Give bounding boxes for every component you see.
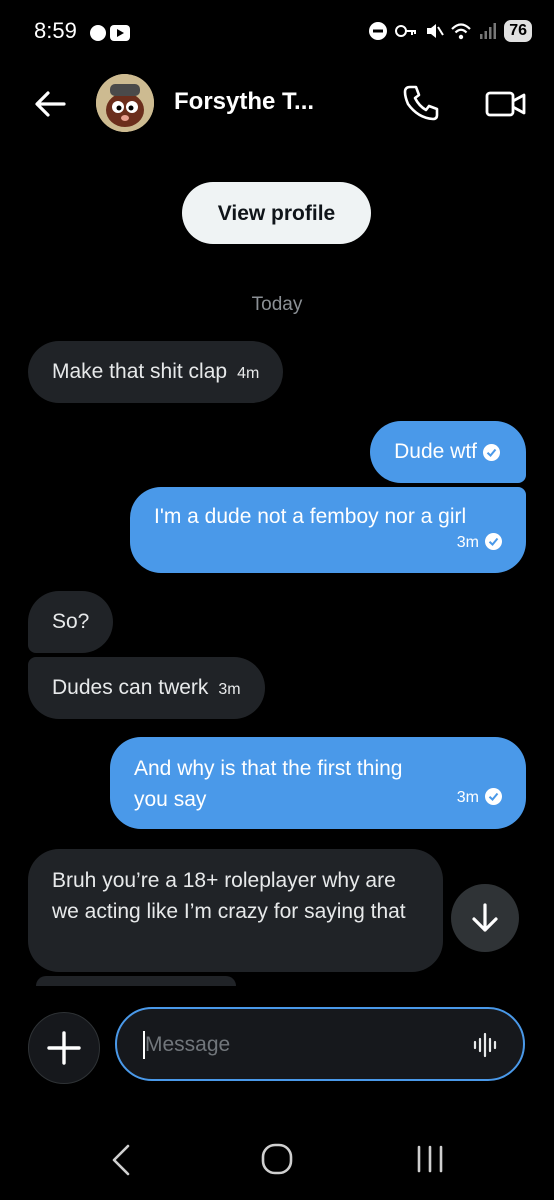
conversation-header: Forsythe T... [0,66,554,140]
read-check-icon [485,533,502,550]
arrow-down-icon [472,903,498,932]
view-profile-button[interactable]: View profile [182,182,371,244]
composer: Message [0,1005,554,1085]
message-time: 3m [456,534,479,551]
message-bubble-partial [36,976,236,986]
contact-avatar[interactable] [96,74,154,132]
status-bar: 8:59 76 [0,0,554,60]
message-bubble-outgoing[interactable]: Dude wtf [370,421,526,483]
status-time: 8:59 [34,18,77,43]
message-bubble-outgoing[interactable]: And why is that the first thing you say … [110,737,526,829]
dnd-icon [369,22,388,40]
message-bubble-outgoing[interactable]: I'm a dude not a femboy nor a girl 3m [130,487,526,573]
message-input[interactable]: Message [115,1007,525,1081]
add-attachment-button[interactable] [28,1012,100,1084]
mute-icon [427,24,445,38]
message-text: And why is that the first thing you say [134,757,403,811]
plus-icon [47,1031,81,1065]
message-placeholder: Message [145,1033,231,1056]
back-arrow-icon [35,91,66,117]
avatar-image [96,74,154,132]
battery-level: 76 [504,20,532,42]
message-text: I'm a dude not a femboy nor a girl [154,505,467,528]
message-bubble-incoming[interactable]: Make that shit clap 4m [28,341,284,403]
message-bubble-incoming[interactable]: Bruh you’re a 18+ roleplayer why are we … [28,849,443,972]
key-icon [395,25,417,37]
message-text: Bruh you’re a 18+ roleplayer why are we … [52,869,406,923]
scroll-to-bottom-button[interactable] [451,884,519,952]
nav-back-icon[interactable] [108,1142,134,1178]
message-time: 3m [456,789,479,806]
message-time: 4m [237,365,260,382]
signal-icon [480,23,497,39]
voice-message-button[interactable] [471,1031,499,1059]
voice-call-button[interactable] [400,82,442,124]
message-text: Dudes can twerk [52,676,209,699]
message-text: Dude wtf [394,440,477,463]
notification-icons [88,20,132,47]
system-navigation-bar [0,1130,554,1190]
video-call-button[interactable] [484,86,528,122]
date-separator: Today [251,294,303,315]
wifi-icon [451,23,471,40]
video-camera-icon [485,91,526,117]
contact-name[interactable]: Forsythe T... [174,88,314,116]
back-button[interactable] [30,84,70,124]
message-text: Make that shit clap [52,360,228,383]
message-text: So? [52,610,90,633]
nav-recents-icon[interactable] [414,1144,446,1174]
voice-waveform-icon [473,1032,497,1058]
message-time: 3m [218,681,241,698]
message-bubble-incoming[interactable]: So? [28,591,114,653]
nav-home-icon[interactable] [260,1142,294,1176]
read-check-icon [483,444,500,461]
status-right-icons: 76 [368,18,532,44]
read-check-icon [485,788,502,805]
message-bubble-incoming[interactable]: Dudes can twerk 3m [28,657,265,719]
phone-icon [403,85,439,121]
